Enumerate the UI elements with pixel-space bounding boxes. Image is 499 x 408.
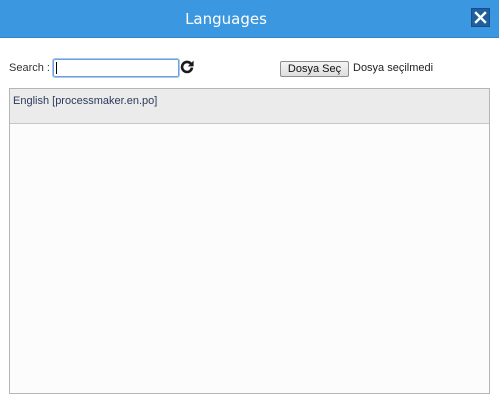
close-icon bbox=[474, 11, 487, 24]
language-item-label: English [processmaker.en.po] bbox=[13, 95, 158, 107]
refresh-icon[interactable] bbox=[180, 60, 194, 74]
choose-file-button[interactable]: Dosya Seç bbox=[280, 61, 349, 77]
search-input[interactable] bbox=[52, 58, 180, 78]
dialog-title: Languages bbox=[185, 10, 267, 28]
search-label: Search : bbox=[9, 62, 50, 74]
list-item[interactable]: English [processmaker.en.po] bbox=[10, 89, 489, 124]
file-status-text: Dosya seçilmedi bbox=[353, 62, 434, 74]
text-cursor bbox=[56, 62, 57, 74]
close-button[interactable] bbox=[471, 8, 490, 27]
dialog-titlebar: Languages bbox=[0, 0, 499, 38]
languages-list: English [processmaker.en.po] bbox=[9, 88, 490, 394]
